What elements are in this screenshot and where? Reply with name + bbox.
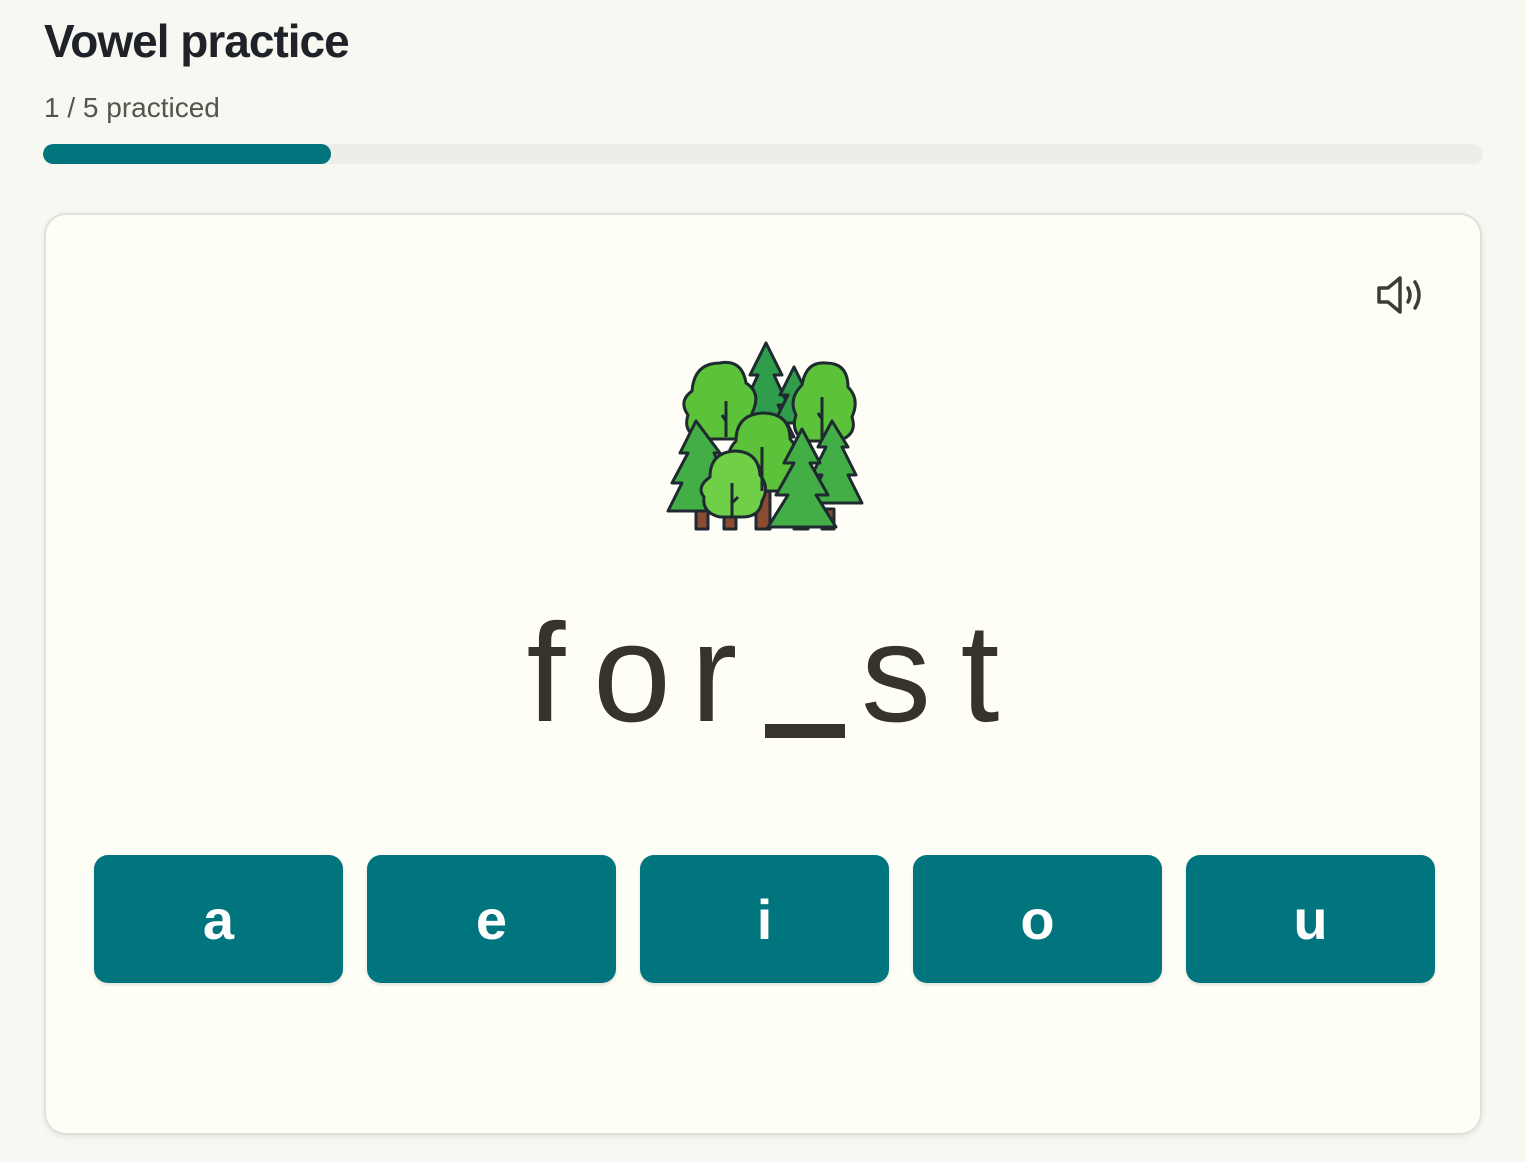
vowel-button-o[interactable]: o (913, 855, 1162, 983)
word-puzzle: f o r s t (46, 598, 1480, 748)
progress-fill (43, 144, 331, 164)
word-letter: r (690, 594, 738, 751)
vowel-button-u[interactable]: u (1186, 855, 1435, 983)
vowel-button-i[interactable]: i (640, 855, 889, 983)
page-title: Vowel practice (44, 15, 350, 67)
forest-trees-icon (662, 341, 868, 535)
word-letter: o (593, 594, 671, 751)
play-audio-button[interactable] (1368, 267, 1438, 327)
speaker-volume-icon (1375, 273, 1431, 322)
vowel-button-a[interactable]: a (94, 855, 343, 983)
word-letter: s (861, 594, 931, 751)
missing-vowel-blank (765, 598, 845, 748)
exercise-card: f o r s t a e i o u (44, 213, 1482, 1135)
word-letter: t (960, 594, 1000, 751)
progress-bar (43, 144, 1483, 164)
word-letter: f (526, 594, 566, 751)
vowel-button-e[interactable]: e (367, 855, 616, 983)
vowel-choices: a e i o u (94, 855, 1435, 983)
progress-text: 1 / 5 practiced (44, 92, 220, 123)
